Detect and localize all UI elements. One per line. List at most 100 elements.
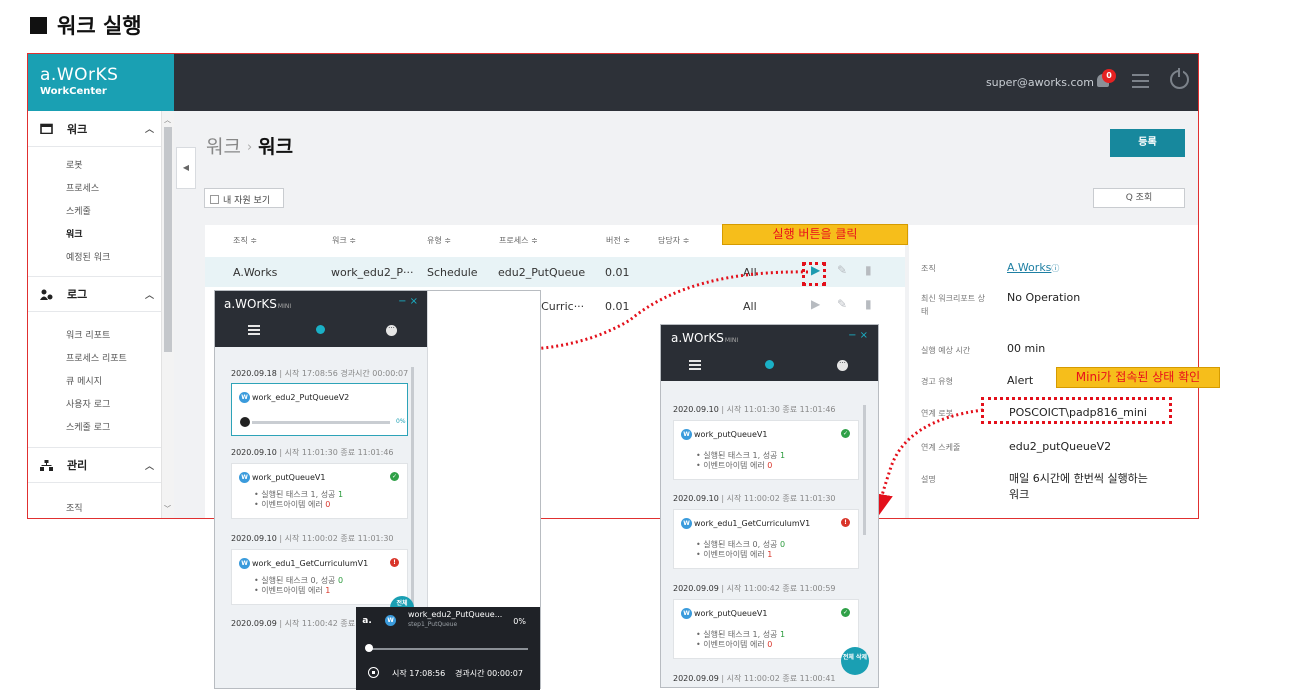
table-row[interactable]: A.Works work_edu2_P··· Schedule edu2_Put… (205, 257, 905, 287)
column-header-org[interactable]: 조직 ≑ (233, 235, 257, 246)
checkbox-box[interactable] (210, 195, 219, 204)
app-window: a.WOrKS WorkCenter super@aworks.com 0 워크… (27, 53, 1199, 519)
column-header-version[interactable]: 버전 ≑ (606, 235, 630, 246)
chevron-up-icon[interactable]: ︿ (145, 122, 154, 135)
entry-date: 2020.09.10 | 시작 11:00:02 종료 11:01:30 (231, 534, 394, 543)
sidebar-item-process-report[interactable]: 프로세스 리포트 (66, 351, 127, 364)
column-header-process[interactable]: 프로세스 ≑ (499, 235, 538, 246)
progress-percent: 0% (396, 418, 406, 425)
mini-header: a.WOrKSMINI − × ··· (215, 291, 428, 347)
sidebar-item-scheduled-work[interactable]: 예정된 워크 (66, 250, 110, 263)
list-icon[interactable] (1132, 74, 1149, 88)
sidebar-group-label: 관리 (67, 459, 88, 472)
work-card[interactable]: W work_edu1_GetCurriculumV1 ! • 실행된 태스크 … (673, 509, 859, 569)
sidebar-item-work[interactable]: 워크 (66, 227, 83, 240)
detail-value-org: A.Worksⓘ (1007, 260, 1167, 277)
work-stats: • 실행된 태스크 1, 성공 1 • 이벤트아이템 에러 0 (696, 630, 786, 649)
work-icon: W (681, 429, 692, 440)
menu-icon[interactable] (248, 325, 260, 335)
sidebar-item-schedule-log[interactable]: 스케줄 로그 (66, 420, 110, 433)
user-account[interactable]: super@aworks.com (986, 76, 1094, 89)
bell-icon[interactable]: 0 (1094, 69, 1116, 90)
highlight-run-button (802, 262, 826, 286)
menu-icon[interactable] (689, 360, 701, 370)
error-icon: ! (841, 518, 850, 527)
success-icon: ✓ (390, 472, 399, 481)
progress-toast[interactable]: a. W work_edu2_PutQueue... step1_PutQueu… (356, 607, 540, 690)
mini-window-controls[interactable]: − × (398, 296, 418, 307)
work-card[interactable]: W work_putQueueV1 ✓ • 실행된 태스크 1, 성공 1 • 이… (231, 463, 408, 519)
entry-date: 2020.09.10 | 시작 11:01:30 종료 11:01:46 (673, 405, 836, 414)
detail-label-description: 설명 (921, 475, 936, 484)
mini-scrollbar[interactable] (411, 367, 414, 637)
users-icon (40, 289, 53, 300)
work-card[interactable]: W work_putQueueV1 ✓ • 실행된 태스크 1, 성공 1 • 이… (673, 420, 859, 480)
scrollbar-thumb[interactable] (164, 127, 172, 352)
sidebar-item-robot[interactable]: 로봇 (66, 158, 83, 171)
toast-progress-track (368, 648, 528, 650)
sidebar: 워크 ︿ 로봇 프로세스 스케줄 워크 예정된 워크 로그 ︿ 워크 리포트 프… (28, 111, 174, 518)
trash-icon[interactable]: ▮ (865, 297, 872, 311)
detail-value-schedule: edu2_putQueueV2 (1009, 440, 1112, 453)
edit-icon[interactable]: ✎ (837, 297, 847, 311)
sidebar-group-label: 워크 (67, 122, 88, 136)
mini-scrollbar[interactable] (863, 405, 866, 535)
sidebar-item-process[interactable]: 프로세스 (66, 181, 99, 194)
info-icon[interactable]: ⓘ (1051, 264, 1059, 273)
mini-tabs: ··· (215, 313, 428, 346)
work-icon: W (239, 472, 250, 483)
scroll-up-icon[interactable]: ︿ (164, 115, 171, 125)
collapse-sidebar-button[interactable]: ◀ (176, 147, 196, 189)
progress-knob (365, 644, 373, 652)
running-work-card[interactable]: W work_edu2_PutQueueV2 0% (231, 383, 408, 436)
search-button[interactable]: Q 조회 (1093, 188, 1185, 208)
org-link[interactable]: A.Works (1007, 261, 1051, 274)
column-header-work[interactable]: 워크 ≑ (332, 235, 356, 246)
cell-version: 0.01 (605, 266, 630, 279)
logo-subtitle: WorkCenter (40, 86, 107, 97)
work-stats: • 실행된 태스크 0, 성공 0 • 이벤트아이템 에러 1 (254, 576, 344, 595)
more-icon[interactable]: ··· (386, 325, 397, 336)
scroll-down-icon[interactable]: ﹀ (164, 504, 171, 514)
sidebar-item-queue-message[interactable]: 큐 메시지 (66, 374, 102, 387)
status-dot-icon[interactable] (316, 325, 325, 334)
register-button[interactable]: 등록 (1110, 129, 1185, 157)
column-header-owner[interactable]: 담당자 ≑ (658, 235, 689, 246)
clear-all-button[interactable]: 전체 삭제 (841, 647, 869, 675)
chevron-up-icon[interactable]: ︿ (145, 288, 154, 301)
breadcrumb-parent[interactable]: 워크 (206, 136, 241, 158)
toast-elapsed: 경과시간 00:00:07 (455, 669, 523, 678)
sidebar-item-work-report[interactable]: 워크 리포트 (66, 328, 110, 341)
sidebar-group-log[interactable]: 로그 ︿ (28, 276, 174, 312)
logo[interactable]: a.WOrKS WorkCenter (28, 54, 174, 111)
play-icon[interactable]: ▶ (811, 297, 820, 311)
more-icon[interactable]: ··· (837, 360, 848, 371)
sidebar-group-admin[interactable]: 관리 ︿ (28, 447, 174, 483)
callout-click-run: 실행 버튼을 클릭 (722, 224, 908, 245)
stop-icon[interactable] (368, 667, 379, 678)
detail-label-expected-time: 실행 예상 시간 (921, 346, 971, 355)
stop-icon[interactable] (240, 417, 250, 427)
sidebar-item-schedule[interactable]: 스케줄 (66, 204, 91, 217)
detail-value-expected-time: 00 min (1007, 342, 1046, 355)
calendar-icon (40, 123, 53, 135)
toast-title: work_edu2_PutQueue... (408, 610, 503, 619)
chevron-up-icon[interactable]: ︿ (145, 459, 154, 472)
work-card[interactable]: W work_edu1_GetCurriculumV1 ! • 실행된 태스크 … (231, 549, 408, 605)
mini-window-controls[interactable]: − × (848, 330, 868, 341)
sidebar-item-org[interactable]: 조직 (66, 501, 83, 514)
org-icon (40, 459, 53, 471)
work-name: work_edu2_PutQueueV2 (252, 393, 350, 402)
highlight-robot-field (981, 397, 1172, 424)
sidebar-scrollbar[interactable]: ︿ ﹀ (161, 111, 174, 518)
sidebar-group-work[interactable]: 워크 ︿ (28, 111, 174, 147)
edit-icon[interactable]: ✎ (837, 263, 847, 277)
toast-percent: 0% (513, 617, 526, 626)
work-card[interactable]: W work_putQueueV1 ✓ • 실행된 태스크 1, 성공 1 • 이… (673, 599, 859, 659)
my-resources-checkbox[interactable]: 내 자원 보기 (204, 188, 284, 208)
column-header-type[interactable]: 유형 ≑ (427, 235, 451, 246)
sidebar-item-user-log[interactable]: 사용자 로그 (66, 397, 110, 410)
trash-icon[interactable]: ▮ (865, 263, 872, 277)
status-dot-icon[interactable] (765, 360, 774, 369)
power-icon[interactable] (1170, 68, 1189, 89)
